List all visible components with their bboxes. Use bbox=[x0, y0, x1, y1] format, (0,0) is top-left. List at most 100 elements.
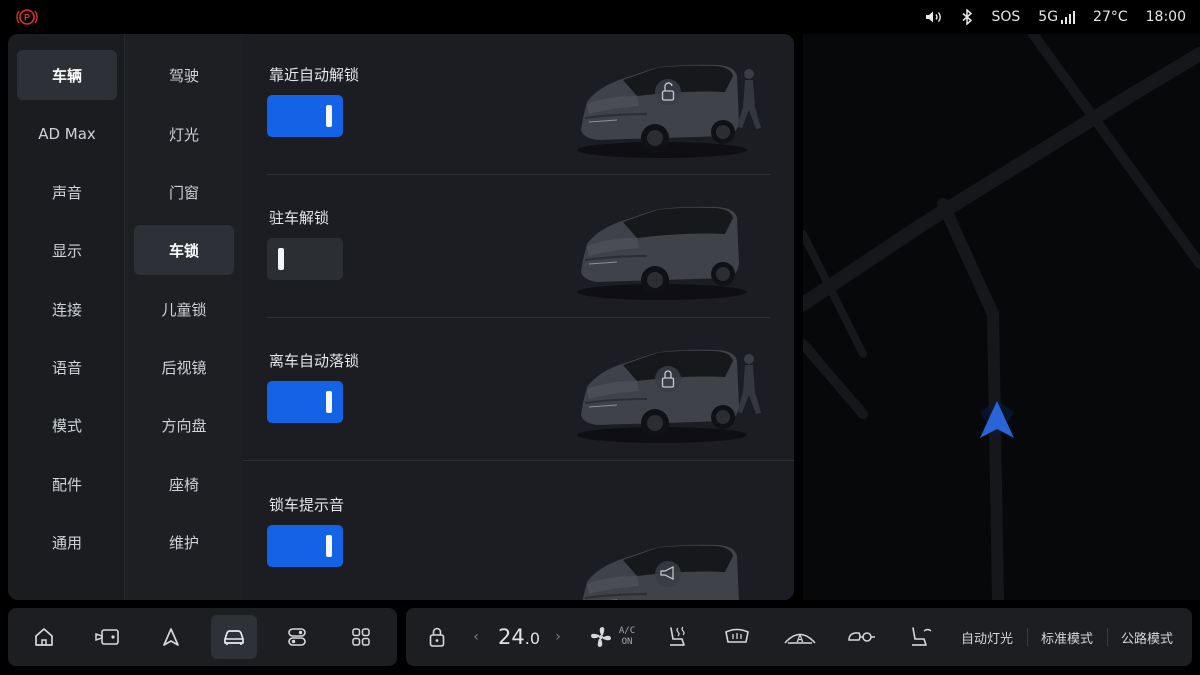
nav-general[interactable]: 通用 bbox=[17, 517, 117, 567]
setting-title-leave-auto-lock: 离车自动落锁 bbox=[269, 352, 360, 370]
vehicle-button[interactable] bbox=[211, 615, 257, 659]
car-illustration bbox=[577, 348, 761, 444]
network-label: 5G bbox=[1038, 9, 1059, 25]
auto-wiper-icon: A bbox=[784, 633, 816, 645]
subnav-driving[interactable]: 驾驶 bbox=[134, 50, 234, 100]
svg-text:A: A bbox=[796, 634, 803, 645]
vehicle-icon bbox=[224, 630, 244, 645]
car-illustration bbox=[577, 543, 748, 600]
app-dock bbox=[8, 608, 397, 666]
lock-settings-content: 靠近自动解锁 驻车解锁 离车自动落锁 锁车提示音 bbox=[243, 34, 794, 600]
rear-defrost-icon bbox=[725, 628, 749, 643]
nav-vehicle[interactable]: 车辆 bbox=[17, 50, 117, 100]
divider bbox=[1107, 628, 1108, 646]
mode-highway[interactable]: 公路模式 bbox=[1116, 608, 1178, 666]
subnav-child-lock[interactable]: 儿童锁 bbox=[134, 284, 234, 334]
person-icon bbox=[737, 69, 761, 129]
ac-state: ON bbox=[621, 637, 633, 647]
setting-title-parking-unlock: 驻车解锁 bbox=[269, 209, 330, 227]
navigation-map[interactable] bbox=[803, 34, 1200, 600]
leave-auto-lock-toggle[interactable] bbox=[267, 381, 343, 423]
temperature-value: 24 bbox=[498, 625, 525, 649]
subnav-locks[interactable]: 车锁 bbox=[134, 225, 234, 275]
nav-accessories[interactable]: 配件 bbox=[17, 459, 117, 509]
horn-icon bbox=[655, 561, 681, 587]
controls-icon bbox=[288, 628, 306, 646]
subnav-lights[interactable]: 灯光 bbox=[134, 109, 234, 159]
auto-wiper-button[interactable]: A bbox=[782, 608, 818, 666]
bluetooth-icon[interactable] bbox=[961, 9, 973, 25]
apps-button[interactable] bbox=[338, 615, 384, 659]
nav-mode[interactable]: 模式 bbox=[17, 400, 117, 450]
chevron-right-icon: › bbox=[555, 629, 561, 645]
divider bbox=[1027, 628, 1028, 646]
subnav-doors-windows[interactable]: 门窗 bbox=[134, 167, 234, 217]
svg-text:P: P bbox=[24, 13, 30, 23]
setting-title-approach-unlock: 靠近自动解锁 bbox=[269, 66, 360, 84]
signal-icon bbox=[1061, 10, 1076, 24]
climate-bar: ‹ 24.0 › A/C ON A 自动灯光 标准模式 公路模式 bbox=[406, 608, 1192, 666]
lock-icon bbox=[655, 366, 681, 392]
speaker-icon[interactable] bbox=[925, 10, 943, 24]
subnav-seats[interactable]: 座椅 bbox=[134, 459, 234, 509]
clock: 18:00 bbox=[1145, 9, 1186, 25]
chevron-left-icon: ‹ bbox=[473, 629, 479, 645]
apps-grid-icon bbox=[352, 628, 370, 646]
home-icon bbox=[35, 628, 53, 646]
ac-status: A/C ON bbox=[619, 626, 635, 648]
nav-ad-max[interactable]: AD Max bbox=[17, 109, 117, 159]
divider bbox=[267, 317, 770, 318]
nav-voice[interactable]: 语音 bbox=[17, 342, 117, 392]
rear-defrost-button[interactable] bbox=[722, 608, 752, 666]
subnav-mirrors[interactable]: 后视镜 bbox=[134, 342, 234, 392]
ac-button[interactable]: A/C ON bbox=[586, 608, 638, 666]
media-button[interactable] bbox=[84, 615, 130, 659]
mode-label: 公路模式 bbox=[1120, 631, 1173, 647]
mode-label: 自动灯光 bbox=[960, 631, 1013, 647]
approach-unlock-toggle[interactable] bbox=[267, 95, 343, 137]
controls-button[interactable] bbox=[274, 615, 320, 659]
sos-label[interactable]: SOS bbox=[991, 9, 1020, 25]
lock-button[interactable] bbox=[424, 608, 450, 666]
parking-unlock-toggle[interactable] bbox=[267, 238, 343, 280]
outside-temperature: 27°C bbox=[1093, 9, 1128, 25]
subnav-maintenance[interactable]: 维护 bbox=[134, 517, 234, 567]
lock-icon bbox=[429, 627, 445, 647]
person-icon bbox=[737, 354, 761, 414]
setting-title-lock-sound: 锁车提示音 bbox=[269, 496, 345, 514]
lock-sound-toggle[interactable] bbox=[267, 525, 343, 567]
temp-increase-button[interactable]: › bbox=[550, 608, 566, 666]
media-icon bbox=[95, 629, 119, 645]
navigation-button[interactable] bbox=[148, 615, 194, 659]
navigation-icon bbox=[163, 628, 179, 646]
settings-panel: 车辆 AD Max 声音 显示 连接 语音 模式 配件 通用 驾驶 灯光 门窗 … bbox=[8, 34, 794, 600]
temperature-decimal: .0 bbox=[524, 629, 540, 648]
nav-sound[interactable]: 声音 bbox=[17, 167, 117, 217]
mode-label: 标准模式 bbox=[1040, 631, 1093, 647]
temperature-display: 24.0 bbox=[492, 608, 546, 666]
nav-display[interactable]: 显示 bbox=[17, 225, 117, 275]
nav-connection[interactable]: 连接 bbox=[17, 284, 117, 334]
secondary-nav: 驾驶 灯光 门窗 车锁 儿童锁 后视镜 方向盘 座椅 维护 bbox=[125, 34, 243, 600]
network-indicator: 5G bbox=[1038, 9, 1076, 25]
unlock-icon bbox=[655, 79, 681, 105]
divider bbox=[243, 460, 794, 461]
home-button[interactable] bbox=[21, 615, 67, 659]
exterior-light-button[interactable] bbox=[846, 608, 878, 666]
mode-standard[interactable]: 标准模式 bbox=[1036, 608, 1098, 666]
car-illustration bbox=[577, 63, 761, 159]
divider bbox=[267, 174, 770, 175]
primary-nav: 车辆 AD Max 声音 显示 连接 语音 模式 配件 通用 bbox=[8, 34, 125, 600]
seat-heat-icon bbox=[670, 626, 685, 646]
temp-decrease-button[interactable]: ‹ bbox=[468, 608, 484, 666]
fan-icon bbox=[590, 627, 611, 647]
subnav-steering-wheel[interactable]: 方向盘 bbox=[134, 400, 234, 450]
seat-heat-button[interactable] bbox=[664, 608, 692, 666]
ac-label: A/C bbox=[618, 626, 636, 636]
seat-adjust-icon bbox=[912, 627, 932, 646]
status-bar: P SOS 5G 27°C 18:00 bbox=[0, 0, 1200, 34]
seat-adjust-button[interactable] bbox=[906, 608, 936, 666]
parking-brake-icon: P bbox=[16, 9, 38, 25]
headlight-icon bbox=[848, 632, 875, 642]
mode-auto-lights[interactable]: 自动灯光 bbox=[956, 608, 1018, 666]
